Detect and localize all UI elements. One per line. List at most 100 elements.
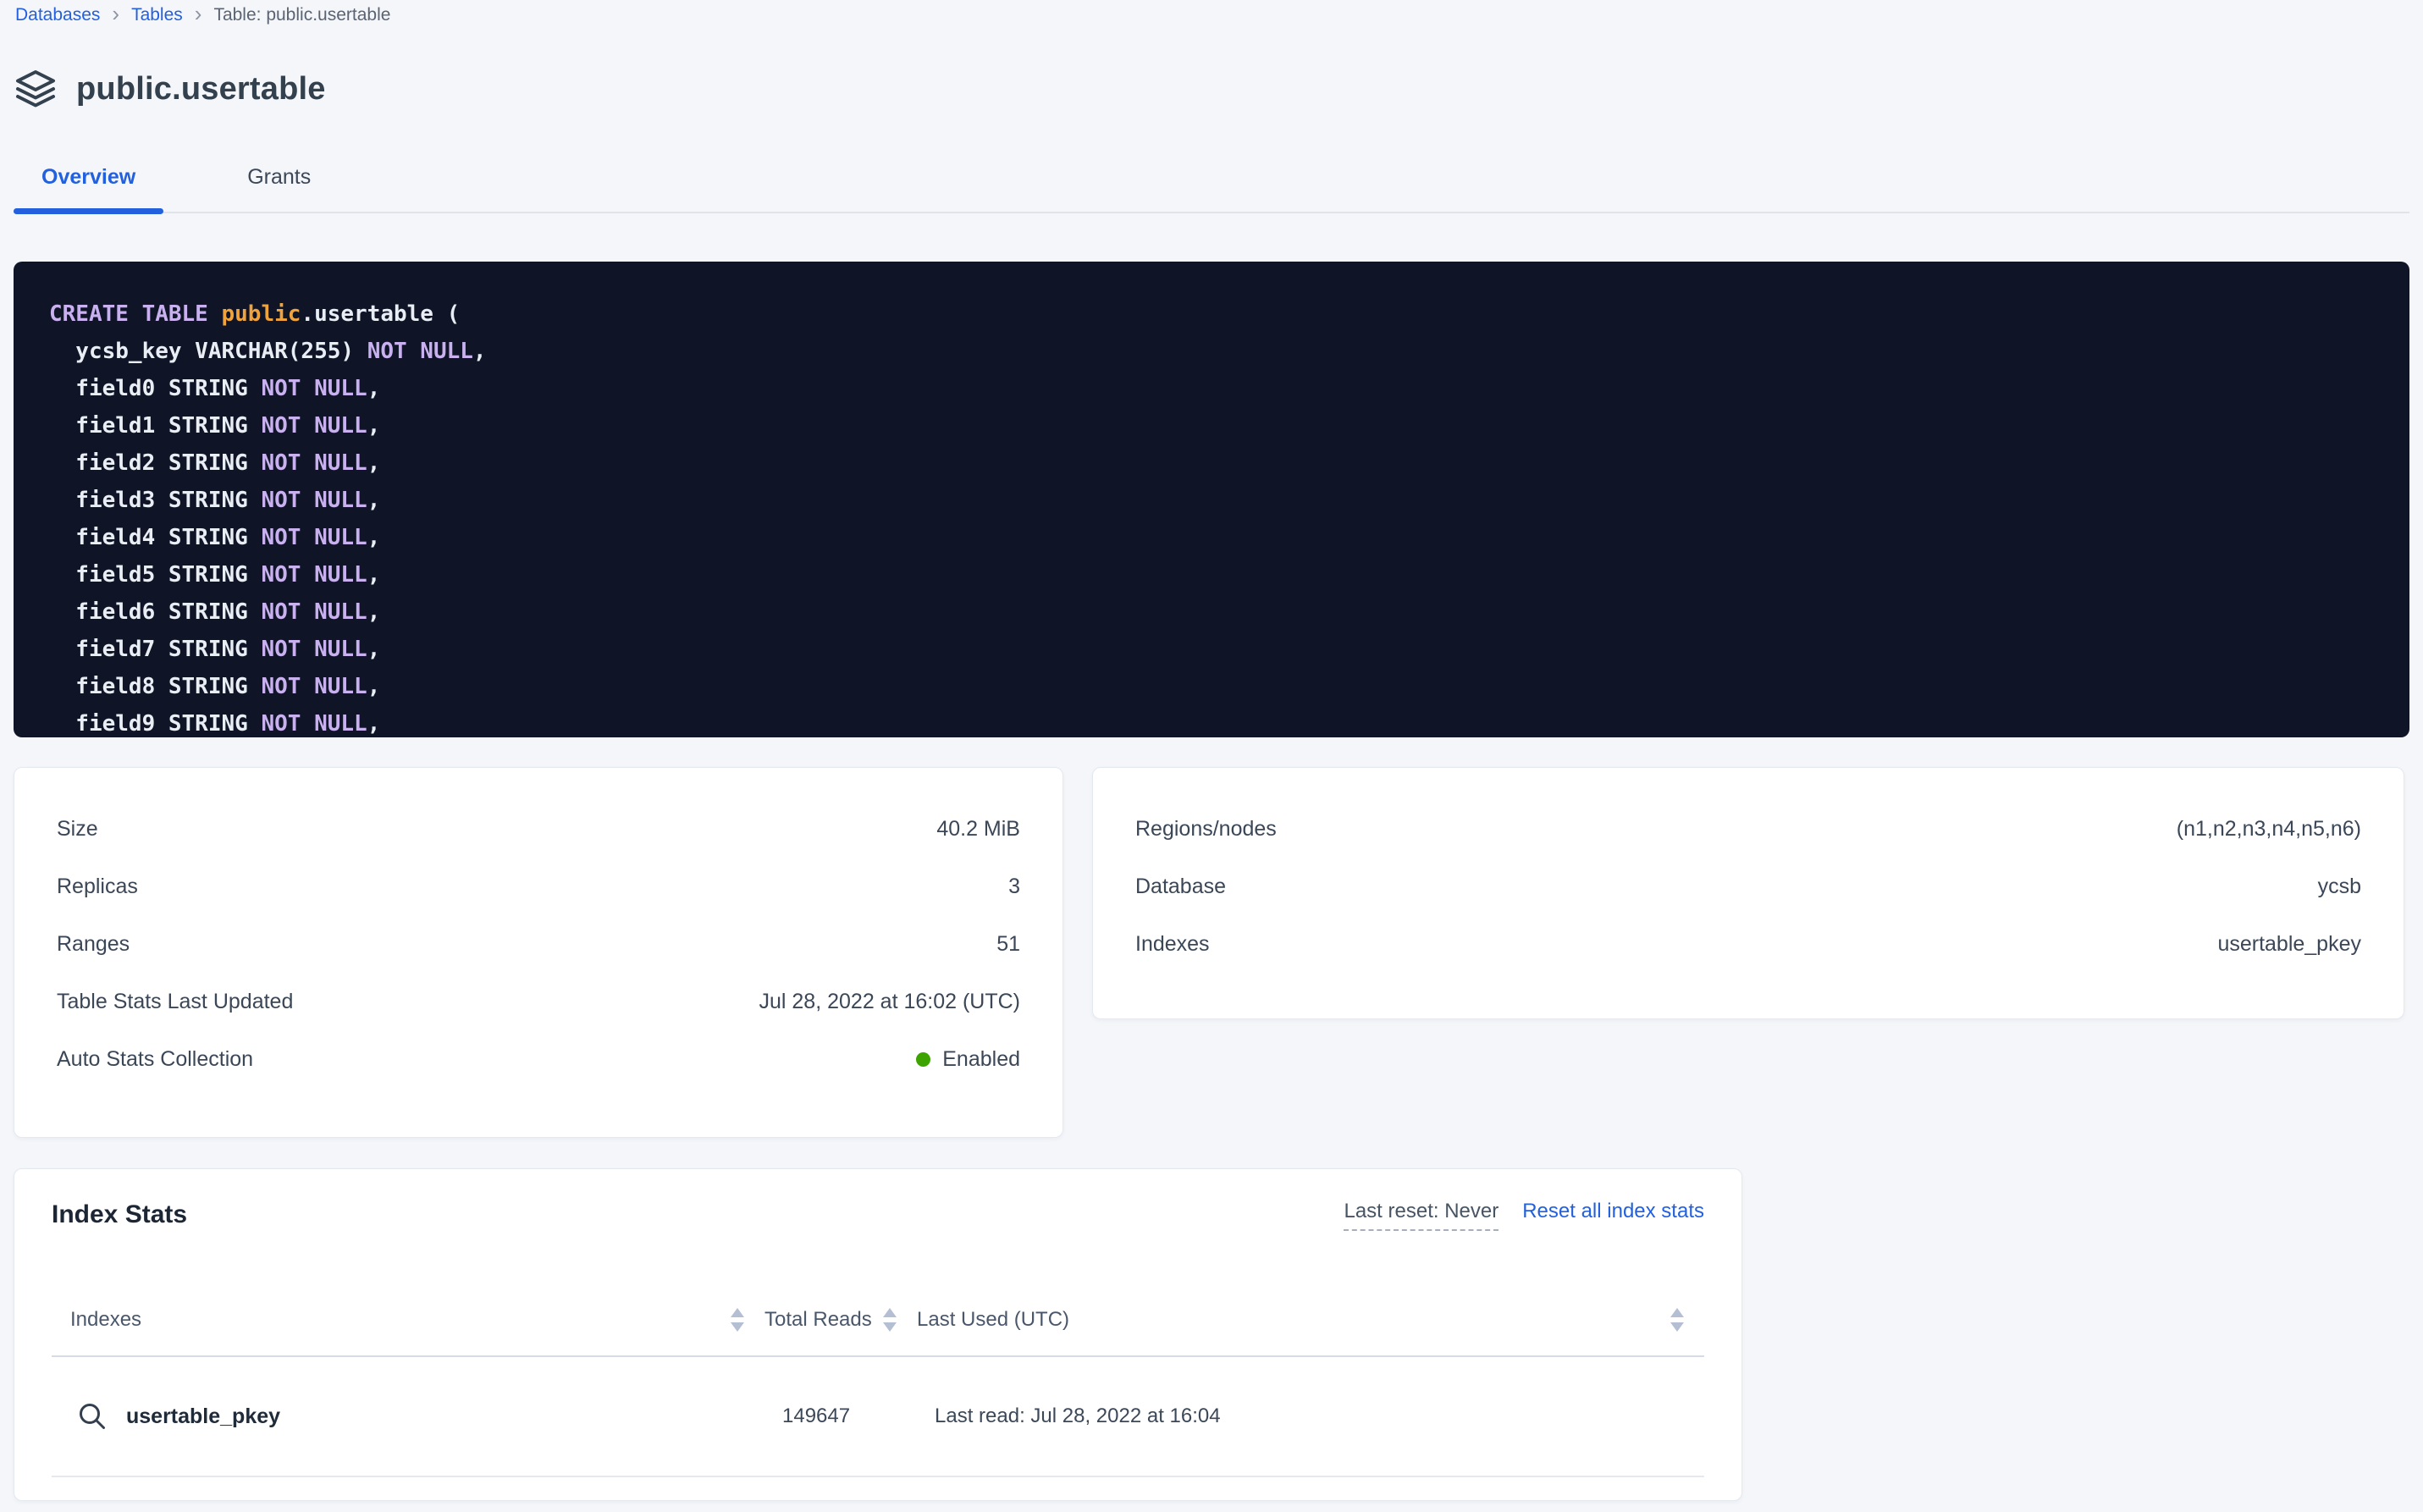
- sql-line: field6 STRING NOT NULL,: [49, 593, 2384, 631]
- sql-token: ,: [367, 711, 381, 737]
- breadcrumb: Databases › Tables › Table: public.usert…: [15, 5, 390, 25]
- sql-line: CREATE TABLE public.usertable (: [49, 295, 2384, 333]
- sql-token: field0 STRING: [49, 376, 261, 401]
- sql-token: field4 STRING: [49, 525, 261, 550]
- table-stat-value: 3: [1008, 875, 1020, 899]
- table-meta-card: Regions/nodes (n1,n2,n3,n4,n5,n6) Database…: [1092, 767, 2404, 1019]
- sort-icon[interactable]: [883, 1308, 897, 1332]
- reset-all-index-stats-link[interactable]: Reset all index stats: [1522, 1200, 1704, 1223]
- table-stat-value-text: 51: [996, 932, 1020, 957]
- sql-token: NOT NULL: [261, 525, 367, 550]
- table-stat-label: Ranges: [57, 932, 130, 957]
- sql-token: ,: [473, 339, 487, 364]
- table-stat-row: Table Stats Last Updated Jul 28, 2022 at …: [57, 973, 1020, 1030]
- table-meta-row: Indexes usertable_pkey: [1135, 915, 2361, 973]
- column-header-last-used-utc[interactable]: Last Used (UTC): [917, 1284, 1704, 1355]
- table-details-page: Databases › Tables › Table: public.usert…: [0, 0, 2423, 1512]
- sql-line: field7 STRING NOT NULL,: [49, 631, 2384, 668]
- column-header-label: Total Reads: [764, 1308, 872, 1332]
- table-meta-row: Database ycsb: [1135, 858, 2361, 915]
- page-header: public.usertable: [15, 69, 326, 108]
- breadcrumb-link-tables[interactable]: Tables: [131, 5, 183, 25]
- table-meta-value: (n1,n2,n3,n4,n5,n6): [2177, 817, 2361, 842]
- sql-token: ,: [367, 599, 381, 625]
- table-stat-value: Enabled: [916, 1047, 1020, 1072]
- table-meta-value-text: ycsb: [2318, 875, 2361, 899]
- sql-token: NOT NULL: [261, 562, 367, 588]
- sql-token: ycsb_key VARCHAR(255): [49, 339, 367, 364]
- sql-line: field5 STRING NOT NULL,: [49, 556, 2384, 593]
- table-stat-label: Auto Stats Collection: [57, 1047, 253, 1072]
- index-stats-card: Index Stats Last reset: Never Reset all …: [14, 1168, 1742, 1501]
- table-meta-value: usertable_pkey: [2217, 932, 2361, 957]
- sql-token: field1 STRING: [49, 413, 261, 439]
- sql-token: NOT NULL: [367, 339, 473, 364]
- table-meta-label: Indexes: [1135, 932, 1210, 957]
- create-table-statement[interactable]: CREATE TABLE public.usertable ( ycsb_key…: [14, 262, 2409, 737]
- tab-grants[interactable]: Grants: [219, 142, 339, 212]
- table-meta-value-text: (n1,n2,n3,n4,n5,n6): [2177, 817, 2361, 842]
- sql-token: .usertable (: [301, 301, 460, 327]
- sql-token: NOT NULL: [261, 488, 367, 513]
- sql-token: NOT NULL: [261, 376, 367, 401]
- sql-line: field1 STRING NOT NULL,: [49, 407, 2384, 444]
- table-stat-label: Table Stats Last Updated: [57, 990, 293, 1014]
- sql-line: field3 STRING NOT NULL,: [49, 482, 2384, 519]
- sql-token: field7 STRING: [49, 637, 261, 662]
- table-stat-value-text: 3: [1008, 875, 1020, 899]
- sql-token: ,: [367, 674, 381, 699]
- layers-icon: [15, 69, 56, 108]
- tab-overview[interactable]: Overview: [14, 142, 163, 212]
- sql-line: field4 STRING NOT NULL,: [49, 519, 2384, 556]
- table-stats-card: Size 40.2 MiB Replicas 3 Ranges 51 Table Stats…: [14, 767, 1063, 1138]
- table-stat-value-text: Jul 28, 2022 at 16:02 (UTC): [759, 990, 1021, 1014]
- sort-icon[interactable]: [731, 1308, 744, 1332]
- sql-line: field0 STRING NOT NULL,: [49, 370, 2384, 407]
- sql-line: field9 STRING NOT NULL,: [49, 705, 2384, 737]
- table-stat-row: Auto Stats Collection Enabled: [57, 1030, 1020, 1088]
- sql-token: field8 STRING: [49, 674, 261, 699]
- table-stat-row: Replicas 3: [57, 858, 1020, 915]
- sql-token: field2 STRING: [49, 450, 261, 476]
- column-header-total-reads[interactable]: Total Reads: [764, 1284, 917, 1355]
- sql-token: NOT NULL: [261, 711, 367, 737]
- sql-token: ,: [367, 413, 381, 439]
- sql-line: field8 STRING NOT NULL,: [49, 668, 2384, 705]
- sql-token: NOT NULL: [261, 599, 367, 625]
- status-dot-green-icon: [916, 1052, 930, 1067]
- table-meta-value: ycsb: [2318, 875, 2361, 899]
- index-stats-title: Index Stats: [52, 1198, 187, 1232]
- sql-token: ,: [367, 562, 381, 588]
- column-header-label: Last Used (UTC): [917, 1308, 1069, 1332]
- table-stat-row: Ranges 51: [57, 915, 1020, 973]
- table-stat-label: Replicas: [57, 875, 138, 899]
- sort-icon[interactable]: [1670, 1308, 1684, 1332]
- table-stat-value-text: Enabled: [942, 1047, 1020, 1072]
- table-meta-label: Database: [1135, 875, 1226, 899]
- last-used-cell: Last read: Jul 28, 2022 at 16:04: [917, 1404, 1704, 1428]
- index-stats-table: IndexesTotal Reads Last Used (UTC) userta…: [52, 1284, 1704, 1477]
- sql-token: NOT NULL: [261, 450, 367, 476]
- breadcrumb-link-databases[interactable]: Databases: [15, 5, 100, 25]
- table-meta-value-text: usertable_pkey: [2217, 932, 2361, 957]
- sql-token: ,: [367, 525, 381, 550]
- table-stat-value: Jul 28, 2022 at 16:02 (UTC): [759, 990, 1021, 1014]
- index-name-cell[interactable]: usertable_pkey: [52, 1401, 764, 1432]
- table-stat-label: Size: [57, 817, 98, 842]
- index-name[interactable]: usertable_pkey: [126, 1404, 280, 1429]
- sql-token: NOT NULL: [261, 637, 367, 662]
- sql-token: public: [222, 301, 301, 327]
- tab-bar: Overview Grants: [14, 142, 2409, 213]
- table-meta-label: Regions/nodes: [1135, 817, 1277, 842]
- sql-token: NOT NULL: [261, 413, 367, 439]
- page-title: public.usertable: [76, 71, 326, 108]
- table-stat-value: 51: [996, 932, 1020, 957]
- index-table-row: usertable_pkey149647Last read: Jul 28, 2…: [52, 1357, 1704, 1477]
- sql-line: ycsb_key VARCHAR(255) NOT NULL,: [49, 333, 2384, 370]
- sql-token: NOT NULL: [261, 674, 367, 699]
- sql-token: field3 STRING: [49, 488, 261, 513]
- table-stat-value-text: 40.2 MiB: [936, 817, 1020, 842]
- column-header-indexes[interactable]: Indexes: [52, 1284, 764, 1355]
- sql-token: ,: [367, 637, 381, 662]
- sql-token: field5 STRING: [49, 562, 261, 588]
